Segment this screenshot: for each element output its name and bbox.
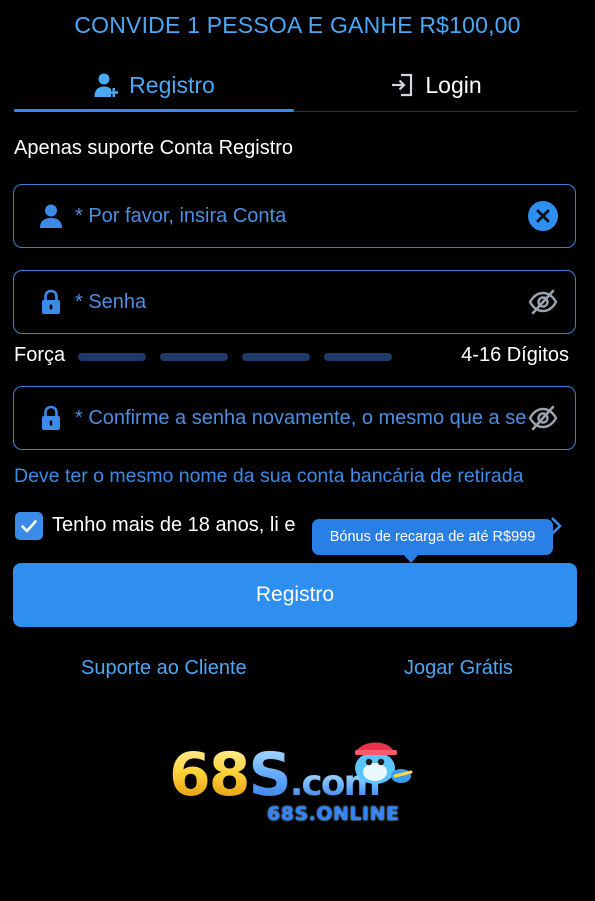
lock-icon: [42, 289, 60, 314]
eye-off-icon: [528, 289, 558, 315]
active-tab-indicator: [14, 109, 294, 112]
agree-checkbox[interactable]: [15, 512, 43, 540]
toggle-confirm-visibility[interactable]: [527, 402, 559, 434]
strength-digits: 4-16 Dígitos: [461, 344, 569, 366]
register-button[interactable]: Registro: [13, 563, 577, 627]
auth-tabs: Registro Login: [14, 58, 577, 112]
account-input[interactable]: [75, 204, 527, 228]
clear-icon: [528, 201, 558, 231]
strength-segment: [324, 353, 392, 361]
free-play-link[interactable]: Jogar Grátis: [404, 657, 513, 680]
password-field: [13, 270, 576, 334]
eye-off-icon: [528, 405, 558, 431]
password-input[interactable]: [75, 290, 527, 314]
logo-letter: S: [248, 740, 292, 810]
account-name-hint: Deve ter o mesmo nome da sua conta bancá…: [14, 465, 524, 487]
user-icon: [40, 204, 62, 228]
brand-logo: 68S.com 68S.ONLINE: [165, 732, 435, 832]
logo-digits: 68: [169, 740, 250, 810]
tab-login-label: Login: [425, 71, 482, 98]
clear-account-button[interactable]: [527, 200, 559, 232]
check-icon: [21, 520, 37, 533]
strength-segment: [78, 353, 146, 361]
tab-login[interactable]: Login: [294, 58, 577, 112]
account-field: [13, 184, 576, 248]
strength-segment: [242, 353, 310, 361]
mascot-icon: [355, 742, 413, 784]
bonus-tooltip: Bónus de recarga de até R$999: [312, 519, 553, 563]
tab-register[interactable]: Registro: [14, 58, 294, 112]
agreement-text: Tenho mais de 18 anos, li e: [52, 514, 296, 536]
lock-icon: [42, 405, 60, 430]
confirm-password-input[interactable]: [75, 406, 527, 430]
confirm-password-field: [13, 386, 576, 450]
strength-segment: [160, 353, 228, 361]
customer-support-link[interactable]: Suporte ao Cliente: [81, 657, 247, 680]
toggle-password-visibility[interactable]: [527, 286, 559, 318]
invite-banner: CONVIDE 1 PESSOA E GANHE R$100,00: [74, 12, 521, 38]
add-user-icon: [94, 73, 119, 97]
login-icon: [392, 73, 413, 97]
support-note: Apenas suporte Conta Registro: [14, 137, 294, 159]
strength-label: Força: [14, 344, 66, 366]
tab-register-label: Registro: [129, 71, 215, 98]
logo-subtitle: 68S.ONLINE: [267, 803, 400, 825]
password-strength: Força 4-16 Dígitos: [14, 344, 569, 370]
